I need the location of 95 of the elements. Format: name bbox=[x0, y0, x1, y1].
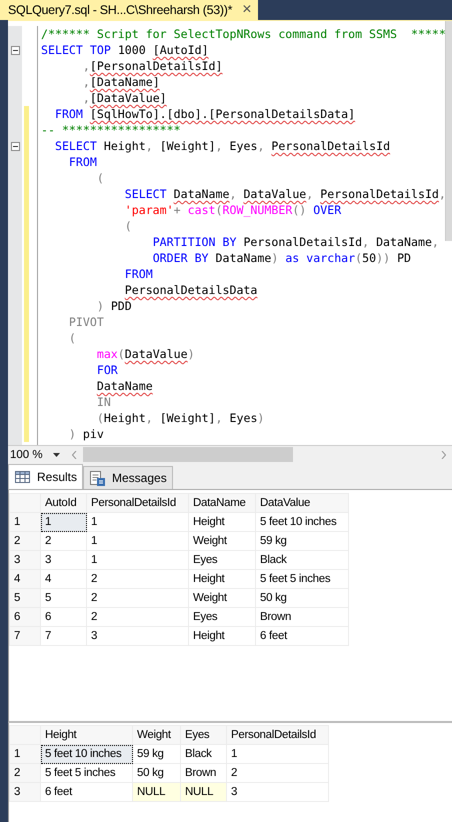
close-button[interactable]: × bbox=[242, 2, 252, 18]
code-line: ORDER BY DataName) as varchar(50)) PD bbox=[152, 251, 412, 265]
table-cell[interactable]: 5 feet 10 inches bbox=[40, 744, 132, 764]
row-number[interactable]: 7 bbox=[10, 626, 40, 646]
table-cell[interactable]: 5 feet 5 inches bbox=[40, 764, 132, 782]
code-line: (Height, [Weight], Eyes) bbox=[96, 411, 264, 425]
code-line: IN bbox=[96, 395, 111, 409]
column-header[interactable]: PersonalDetailsId bbox=[226, 726, 328, 744]
code-line: ,[PersonalDetailsId] bbox=[82, 59, 222, 73]
code-comment: -- ***************** bbox=[41, 123, 181, 137]
scrollbar[interactable] bbox=[445, 21, 452, 241]
row-number[interactable]: 4 bbox=[10, 570, 40, 588]
code-line: ) PDD bbox=[96, 299, 132, 313]
table-cell[interactable]: 5 feet 5 inches bbox=[256, 570, 348, 588]
table-cell[interactable]: 1 bbox=[226, 744, 328, 764]
table-cell[interactable]: 3 bbox=[40, 550, 86, 570]
code-line: FROM bbox=[124, 267, 153, 281]
column-header[interactable]: Weight bbox=[132, 726, 180, 744]
code-line: ( bbox=[124, 219, 132, 233]
document-tab[interactable]: SQLQuery7.sql - SH...C\Shreeharsh (53))* × bbox=[0, 0, 258, 20]
table-cell[interactable]: 1 bbox=[86, 532, 188, 550]
code-line: PIVOT bbox=[68, 315, 104, 329]
column-header[interactable]: DataValue bbox=[256, 494, 348, 512]
code-line: SELECT TOP 1000 [AutoId] bbox=[41, 43, 209, 57]
table-cell[interactable]: 6 feet bbox=[40, 782, 132, 802]
table-cell[interactable]: 59 kg bbox=[256, 532, 348, 550]
code-line: max(DataValue) bbox=[96, 347, 195, 361]
code-line: 'param'+ cast(ROW_NUMBER() OVER bbox=[124, 203, 342, 217]
table-cell[interactable]: Black bbox=[256, 550, 348, 570]
table-cell[interactable]: 2 bbox=[86, 570, 188, 588]
column-header[interactable]: DataName bbox=[188, 494, 256, 512]
scroll-left-icon[interactable] bbox=[72, 450, 77, 458]
code-line: PersonalDetailsData bbox=[124, 283, 258, 297]
caret-icon bbox=[53, 452, 60, 456]
code-line: SELECT Height, [Weight], Eyes, PersonalDetailsId bbox=[54, 139, 390, 153]
table-cell[interactable]: Height bbox=[188, 570, 256, 588]
document-icon bbox=[90, 470, 106, 486]
table-cell[interactable]: Eyes bbox=[188, 608, 256, 626]
code-line: FOR bbox=[96, 363, 118, 377]
column-header[interactable]: Eyes bbox=[180, 726, 226, 744]
code-comment: /****** Script for SelectTopNRows command from SSMS ***** bbox=[41, 27, 446, 41]
row-number[interactable]: 3 bbox=[10, 550, 40, 570]
row-number[interactable]: 1 bbox=[10, 744, 40, 764]
grid-icon bbox=[15, 471, 30, 483]
table-cell[interactable]: 6 feet bbox=[256, 626, 348, 646]
table-cell[interactable]: 4 bbox=[40, 570, 86, 588]
row-number[interactable]: 5 bbox=[10, 588, 40, 608]
table-cell[interactable]: 2 bbox=[86, 588, 188, 608]
code-line: SELECT DataName, DataValue, PersonalDetailsId, bbox=[124, 187, 446, 201]
results-tab[interactable]: Results bbox=[8, 464, 84, 489]
table-cell[interactable]: 2 bbox=[226, 764, 328, 782]
table-cell[interactable]: 50 kg bbox=[256, 588, 348, 608]
row-number[interactable]: 3 bbox=[10, 782, 40, 802]
zoom-dropdown[interactable]: 100 % bbox=[8, 448, 66, 460]
table-cell[interactable]: Eyes bbox=[188, 550, 256, 570]
table-cell[interactable]: 5 feet 10 inches bbox=[256, 512, 348, 532]
code-line: PARTITION BY PersonalDetailsId, DataName, bbox=[152, 235, 439, 249]
table-cell[interactable]: Black bbox=[180, 744, 226, 764]
code-line: ( bbox=[68, 331, 76, 345]
table-cell[interactable]: Weight bbox=[188, 532, 256, 550]
code-line: FROM bbox=[68, 155, 97, 169]
table-cell[interactable]: Weight bbox=[188, 588, 256, 608]
table-cell[interactable]: Height bbox=[188, 626, 256, 646]
table-cell[interactable]: 1 bbox=[40, 512, 86, 532]
collapse-icon[interactable] bbox=[10, 46, 20, 54]
code-line: FROM [SqlHowTo].[dbo].[PersonalDetailsData] bbox=[54, 107, 356, 121]
table-cell[interactable]: 3 bbox=[86, 626, 188, 646]
results-tab[interactable]: Messages bbox=[83, 466, 173, 489]
table-cell[interactable]: 59 kg bbox=[132, 744, 180, 764]
code-line: ) piv bbox=[68, 427, 104, 441]
row-number[interactable]: 1 bbox=[10, 512, 40, 532]
table-cell[interactable]: 5 bbox=[40, 588, 86, 608]
table-cell[interactable]: Brown bbox=[256, 608, 348, 626]
column-header[interactable]: AutoId bbox=[40, 494, 86, 512]
code-line: ( bbox=[96, 171, 104, 185]
row-number[interactable]: 6 bbox=[10, 608, 40, 626]
table-cell[interactable]: 2 bbox=[40, 532, 86, 550]
table-cell[interactable]: NULL bbox=[180, 782, 226, 802]
table-cell[interactable]: Height bbox=[188, 512, 256, 532]
row-number[interactable]: 2 bbox=[10, 532, 40, 550]
code-line: ,[DataName] bbox=[82, 75, 160, 89]
row-number[interactable]: 2 bbox=[10, 764, 40, 782]
table-cell[interactable]: 1 bbox=[86, 512, 188, 532]
table-cell[interactable]: 2 bbox=[86, 608, 188, 626]
table-cell[interactable]: 3 bbox=[226, 782, 328, 802]
table-cell[interactable]: 1 bbox=[86, 550, 188, 570]
scroll-right-icon[interactable] bbox=[441, 450, 446, 458]
table-cell[interactable]: NULL bbox=[132, 782, 180, 802]
column-header[interactable]: Height bbox=[40, 726, 132, 744]
collapse-icon[interactable] bbox=[10, 142, 20, 150]
table-cell[interactable]: 7 bbox=[40, 626, 86, 646]
code-line: ,[DataValue] bbox=[82, 91, 167, 105]
column-header[interactable]: PersonalDetailsId bbox=[86, 494, 188, 512]
code-line: DataName bbox=[96, 379, 153, 393]
table-cell[interactable]: 6 bbox=[40, 608, 86, 626]
